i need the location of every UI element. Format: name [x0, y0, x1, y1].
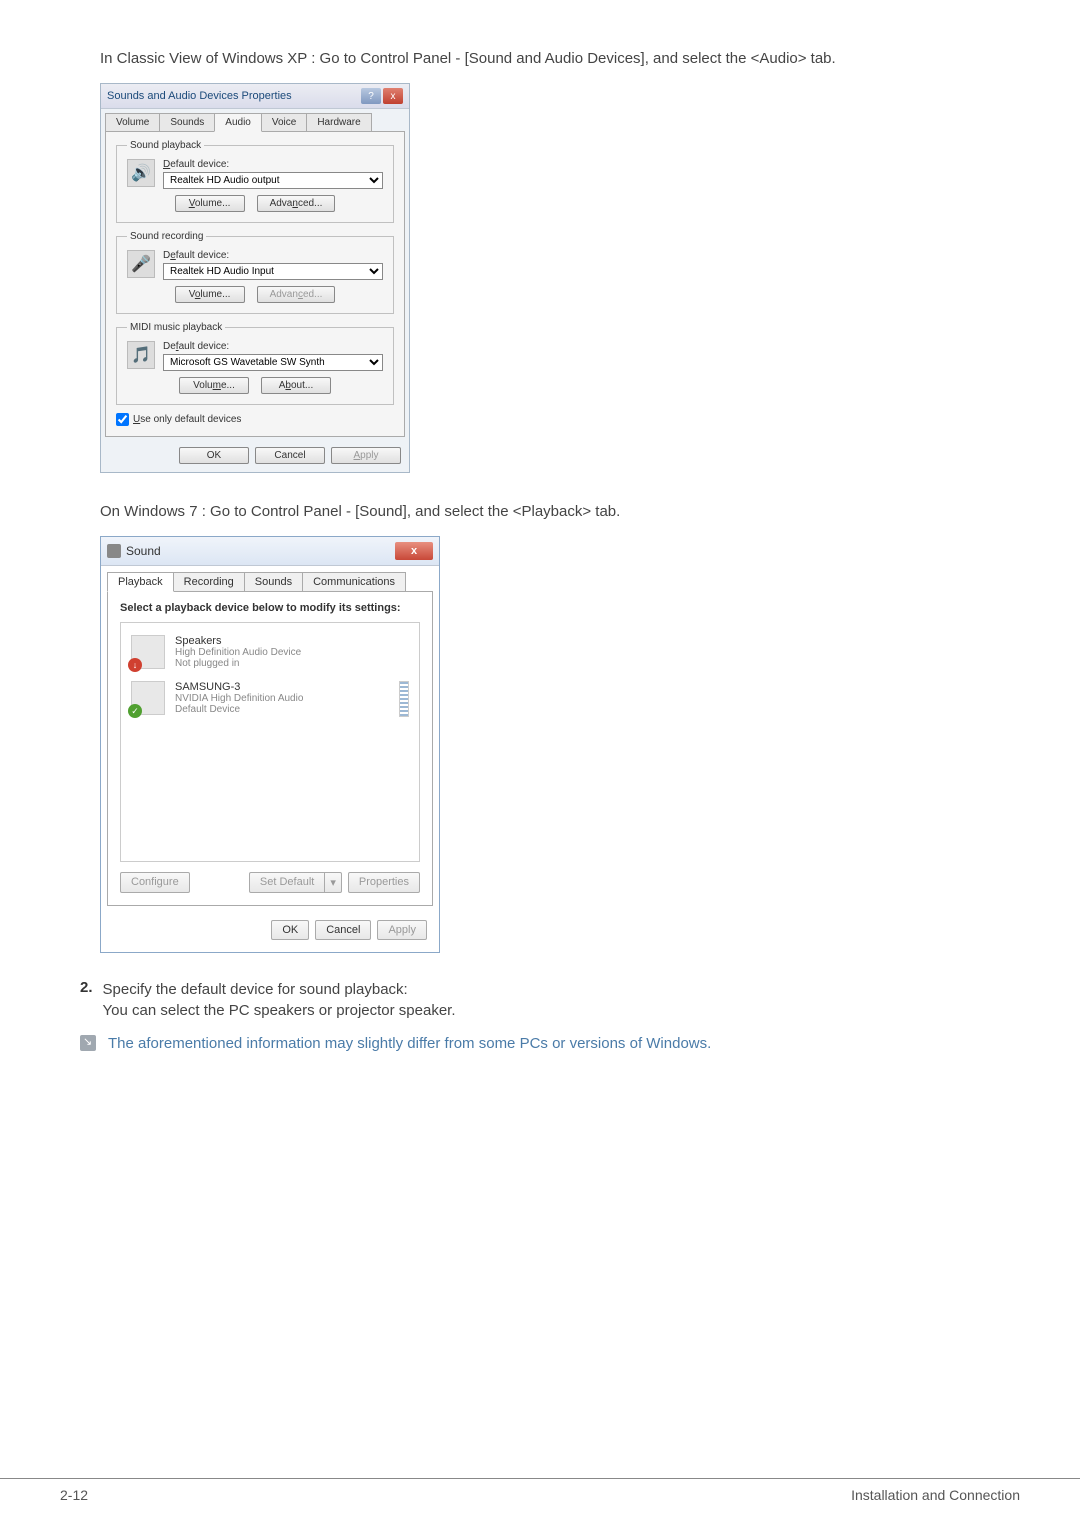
cancel-button[interactable]: Cancel — [255, 447, 325, 464]
recording-advanced-button[interactable]: Advanced... — [257, 286, 336, 303]
microphone-icon: 🎤 — [127, 250, 155, 278]
device-item-speakers[interactable]: ↓ Speakers High Definition Audio Device … — [127, 629, 413, 675]
unplugged-badge-icon: ↓ — [128, 658, 142, 672]
help-button[interactable]: ? — [361, 88, 381, 104]
speaker-icon: 🔊 — [127, 159, 155, 187]
device-status: Not plugged in — [175, 658, 409, 669]
playback-device-select[interactable]: Realtek HD Audio output — [163, 172, 383, 189]
note-icon — [80, 1035, 96, 1051]
tab-recording[interactable]: Recording — [173, 572, 245, 591]
tab-volume[interactable]: Volume — [105, 113, 160, 131]
section-title: Installation and Connection — [851, 1487, 1020, 1503]
properties-button[interactable]: Properties — [348, 872, 420, 893]
tab-sounds[interactable]: Sounds — [159, 113, 215, 131]
tab-communications[interactable]: Communications — [302, 572, 406, 591]
device-name: SAMSUNG-3 — [175, 681, 389, 693]
page-footer: 2-12 Installation and Connection — [0, 1478, 1080, 1503]
tab-hardware[interactable]: Hardware — [306, 113, 371, 131]
monitor-device-icon: ✓ — [131, 681, 165, 715]
step-line-1: Specify the default device for sound pla… — [103, 979, 456, 1000]
close-button[interactable]: x — [395, 542, 433, 560]
close-button[interactable]: x — [383, 88, 403, 104]
sound-playback-group: Sound playback 🔊 Default device: Realtek… — [116, 140, 394, 223]
apply-button[interactable]: Apply — [331, 447, 401, 464]
sound-recording-group: Sound recording 🎤 Default device: Realte… — [116, 231, 394, 314]
midi-icon: 🎵 — [127, 341, 155, 369]
recording-default-label: Default device: — [163, 250, 383, 261]
midi-about-button[interactable]: About... — [261, 377, 331, 394]
device-desc: High Definition Audio Device — [175, 647, 409, 658]
device-status: Default Device — [175, 704, 389, 715]
tab-playback[interactable]: Playback — [107, 572, 174, 592]
configure-button[interactable]: Configure — [120, 872, 190, 893]
note-text: The aforementioned information may sligh… — [108, 1035, 711, 1052]
playback-advanced-button[interactable]: Advanced... — [257, 195, 336, 212]
dialog-titlebar: Sound x — [101, 537, 439, 566]
recording-device-select[interactable]: Realtek HD Audio Input — [163, 263, 383, 280]
sound-dialog: Sound x Playback Recording Sounds Commun… — [100, 536, 440, 953]
instruction-w7: On Windows 7 : Go to Control Panel - [So… — [100, 503, 1020, 520]
midi-default-label: Default device: — [163, 341, 383, 352]
tab-audio[interactable]: Audio — [214, 113, 262, 132]
playback-volume-button[interactable]: Volume... — [175, 195, 245, 212]
dialog-titlebar: Sounds and Audio Devices Properties ? x — [101, 84, 409, 109]
cancel-button[interactable]: Cancel — [315, 920, 371, 940]
midi-legend: MIDI music playback — [127, 322, 225, 333]
apply-button[interactable]: Apply — [377, 920, 427, 940]
page-number: 2-12 — [60, 1487, 88, 1503]
ok-button[interactable]: OK — [179, 447, 249, 464]
speaker-device-icon: ↓ — [131, 635, 165, 669]
select-device-text: Select a playback device below to modify… — [120, 602, 420, 614]
set-default-button[interactable]: Set Default — [249, 872, 325, 893]
use-default-label: Use only default devices — [133, 414, 241, 425]
playback-default-label: Default device: — [163, 159, 383, 170]
set-default-dropdown[interactable]: ▾ — [325, 872, 342, 893]
dialog-title: Sounds and Audio Devices Properties — [107, 90, 292, 102]
dialog-title: Sound — [126, 544, 161, 558]
device-list: ↓ Speakers High Definition Audio Device … — [120, 622, 420, 862]
ok-button[interactable]: OK — [271, 920, 309, 940]
tab-sounds[interactable]: Sounds — [244, 572, 303, 591]
recording-legend: Sound recording — [127, 231, 206, 242]
step-2: 2. Specify the default device for sound … — [80, 979, 1020, 1021]
note-block: The aforementioned information may sligh… — [80, 1035, 1020, 1052]
recording-volume-button[interactable]: Volume... — [175, 286, 245, 303]
playback-legend: Sound playback — [127, 140, 204, 151]
tab-voice[interactable]: Voice — [261, 113, 307, 131]
default-badge-icon: ✓ — [128, 704, 142, 718]
sound-icon — [107, 544, 121, 558]
device-item-samsung[interactable]: ✓ SAMSUNG-3 NVIDIA High Definition Audio… — [127, 675, 413, 723]
use-default-checkbox[interactable] — [116, 413, 129, 426]
device-name: Speakers — [175, 635, 409, 647]
step-number: 2. — [80, 979, 93, 1021]
sounds-audio-devices-dialog: Sounds and Audio Devices Properties ? x … — [100, 83, 410, 473]
use-default-checkbox-row: Use only default devices — [116, 413, 394, 426]
instruction-xp: In Classic View of Windows XP : Go to Co… — [100, 50, 1020, 67]
device-desc: NVIDIA High Definition Audio — [175, 693, 389, 704]
midi-device-select[interactable]: Microsoft GS Wavetable SW Synth — [163, 354, 383, 371]
volume-meter-icon — [399, 681, 409, 717]
midi-volume-button[interactable]: Volume... — [179, 377, 249, 394]
midi-playback-group: MIDI music playback 🎵 Default device: Mi… — [116, 322, 394, 405]
step-line-2: You can select the PC speakers or projec… — [103, 1000, 456, 1021]
